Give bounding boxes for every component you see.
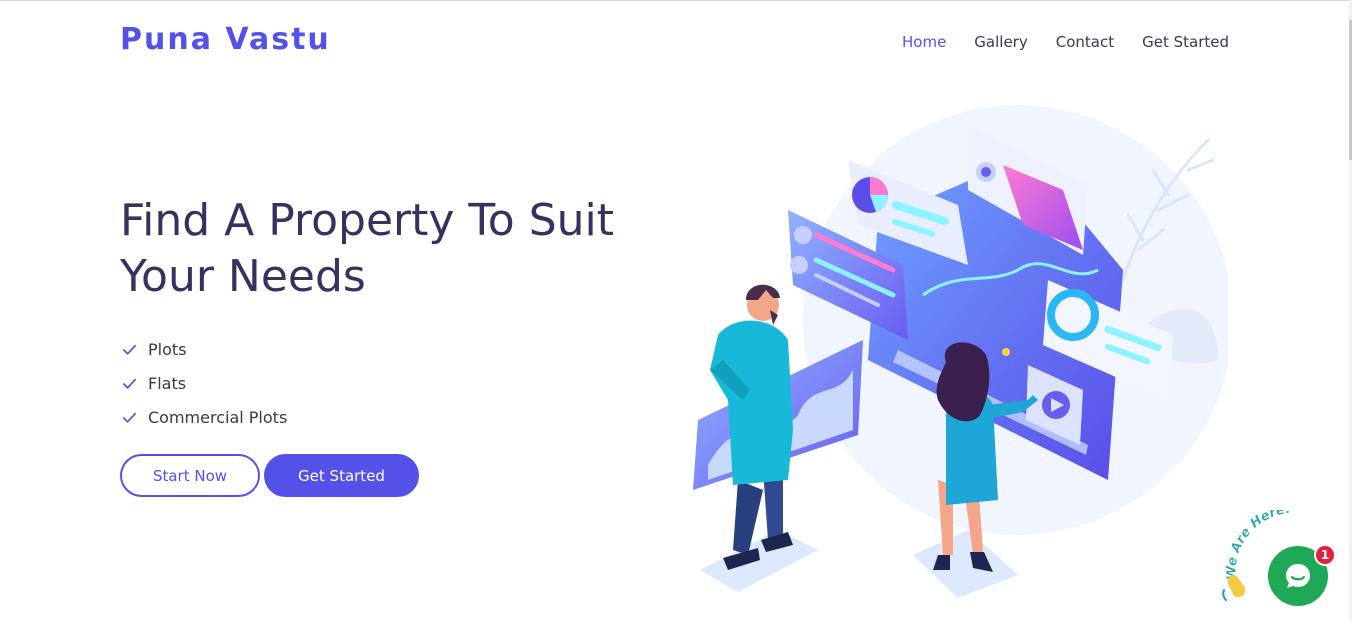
hero-title-line1: Find A Property To Suit — [120, 195, 614, 246]
site-logo[interactable]: Puna Vastu — [120, 22, 331, 57]
nav-get-started[interactable]: Get Started — [1142, 33, 1229, 51]
notification-badge: 1 — [1314, 544, 1336, 566]
feature-label: Plots — [148, 339, 187, 359]
people-with-dashboard-illustration — [693, 105, 1228, 598]
nav-home[interactable]: Home — [902, 33, 946, 51]
feature-item: Flats — [120, 366, 287, 400]
feature-list: Plots Flats Commercial Plots — [120, 332, 287, 434]
nav-gallery[interactable]: Gallery — [974, 33, 1027, 51]
chat-widget[interactable]: We Are Here! 1 — [1222, 510, 1352, 621]
get-started-button[interactable]: Get Started — [264, 454, 419, 497]
chat-icon — [1286, 564, 1310, 588]
feature-item: Commercial Plots — [120, 400, 287, 434]
feature-label: Flats — [148, 373, 187, 393]
check-icon — [122, 344, 137, 355]
feature-item: Plots — [120, 332, 287, 366]
hero-title: Find A Property To Suit Your Needs — [120, 193, 720, 305]
check-icon — [122, 412, 137, 423]
nav-contact[interactable]: Contact — [1056, 33, 1114, 51]
main-nav: Home Gallery Contact Get Started — [902, 33, 1229, 51]
hero-title-line2: Your Needs — [120, 251, 366, 302]
start-now-button[interactable]: Start Now — [120, 454, 260, 497]
check-icon — [122, 378, 137, 389]
feature-label: Commercial Plots — [148, 407, 288, 427]
window-top-border — [0, 0, 1352, 1]
